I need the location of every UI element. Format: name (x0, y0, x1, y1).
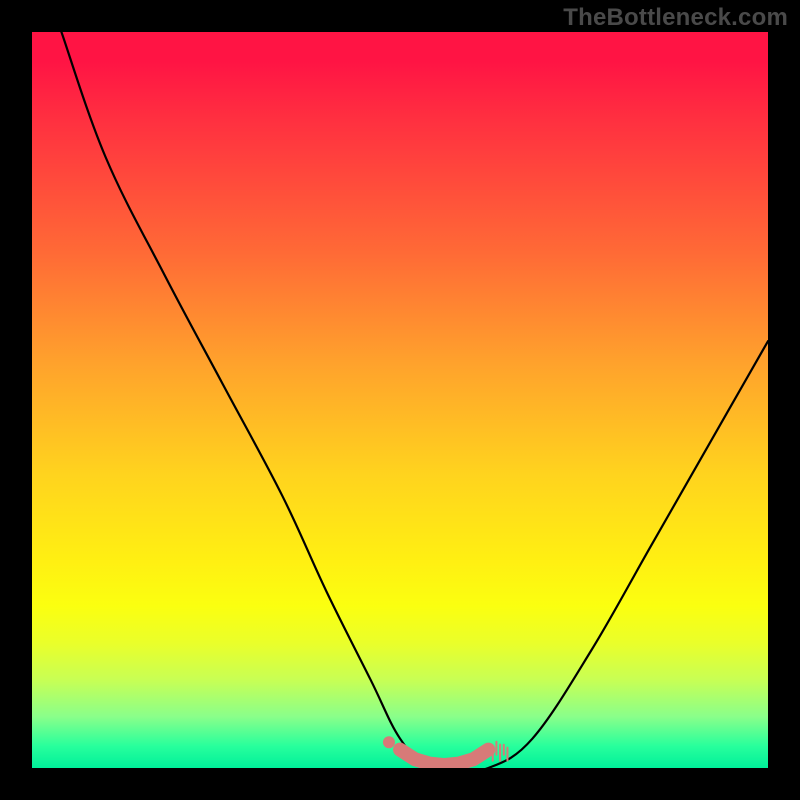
site-watermark: TheBottleneck.com (563, 4, 788, 32)
curve-layer (32, 32, 768, 768)
optimal-range-band (400, 750, 488, 765)
chart-frame: TheBottleneck.com (0, 0, 800, 800)
bottleneck-curve (61, 32, 768, 768)
plot-area (32, 32, 768, 768)
optimal-range-lead-dot (383, 736, 395, 748)
